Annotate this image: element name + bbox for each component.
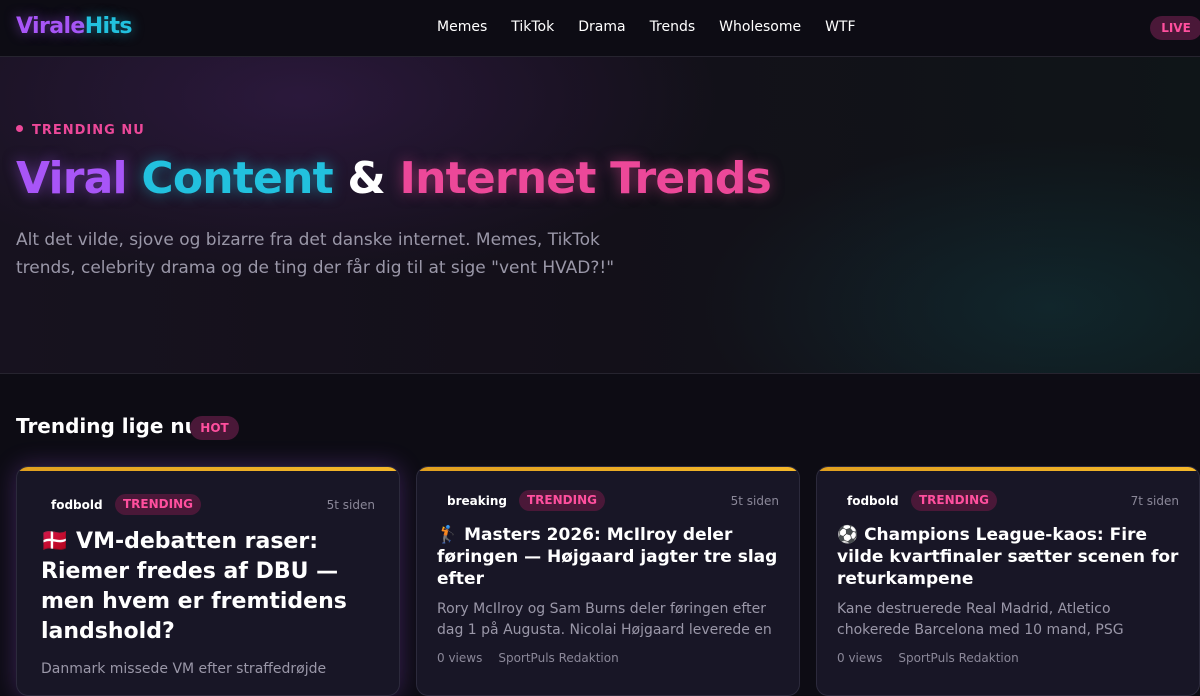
card-trending-tag: TRENDING	[519, 490, 605, 511]
hero-eyebrow: TRENDING NU	[16, 123, 145, 138]
pulse-dot-icon	[16, 125, 23, 132]
card-category[interactable]: breaking	[447, 494, 507, 508]
trending-card[interactable]: fodbold TRENDING 7t siden ⚽ Champions Le…	[816, 466, 1200, 696]
nav-link-tiktok[interactable]: TikTok	[511, 19, 554, 35]
card-trending-tag: TRENDING	[115, 494, 201, 515]
hot-badge: HOT	[190, 416, 239, 440]
card-time: 5t siden	[326, 498, 375, 512]
card-views: 0 views	[837, 651, 883, 665]
nav-link-memes[interactable]: Memes	[437, 19, 487, 35]
card-excerpt: Danmark missede VM efter straffedrøjde	[41, 661, 327, 677]
trending-card[interactable]: breaking TRENDING 5t siden 🏌️ Masters 20…	[416, 466, 800, 696]
nav-link-trends[interactable]: Trends	[650, 19, 696, 35]
card-views: 0 views	[437, 651, 483, 665]
hero-title-word-viral: Viral	[16, 153, 128, 204]
card-trending-tag: TRENDING	[911, 490, 997, 511]
card-meta: 0 views SportPuls Redaktion	[837, 651, 1019, 665]
section-title: Trending lige nu	[16, 414, 199, 438]
hero-section: TRENDING NU Viral Content & Internet Tre…	[0, 57, 1200, 374]
card-title[interactable]: ⚽ Champions League-kaos: Fire vilde kvar…	[837, 524, 1187, 590]
site-logo[interactable]: ViraleHits	[16, 14, 133, 39]
card-meta: 0 views SportPuls Redaktion	[437, 651, 619, 665]
hero-eyebrow-label: TRENDING NU	[32, 123, 145, 138]
card-author[interactable]: SportPuls Redaktion	[498, 651, 618, 665]
card-time: 7t siden	[1130, 494, 1179, 508]
logo-part-virale: Virale	[16, 14, 85, 39]
nav-link-wtf[interactable]: WTF	[825, 19, 855, 35]
card-author[interactable]: SportPuls Redaktion	[898, 651, 1018, 665]
nav-link-drama[interactable]: Drama	[578, 19, 625, 35]
card-category[interactable]: fodbold	[847, 494, 899, 508]
hero-title-ampersand: &	[347, 153, 385, 204]
card-time: 5t siden	[730, 494, 779, 508]
hero-subtitle: Alt det vilde, sjove og bizarre fra det …	[16, 230, 615, 278]
trending-card-featured[interactable]: fodbold TRENDING 5t siden 🇩🇰 VM-debatten…	[16, 466, 400, 696]
card-title[interactable]: 🇩🇰 VM-debatten raser: Riemer fredes af D…	[41, 527, 371, 647]
hero-title-word-internet-trends: Internet Trends	[399, 153, 772, 204]
logo-part-hits: Hits	[84, 14, 133, 39]
hero-title-word-content: Content	[141, 153, 333, 204]
top-navbar: ViraleHits Memes TikTok Drama Trends Who…	[0, 0, 1200, 57]
card-excerpt: Rory McIlroy og Sam Burns deler føringen…	[437, 601, 772, 638]
card-category[interactable]: fodbold	[51, 498, 103, 512]
hero-title: Viral Content & Internet Trends	[16, 153, 772, 204]
live-badge[interactable]: LIVE	[1150, 16, 1200, 40]
card-title[interactable]: 🏌️ Masters 2026: McIlroy deler føringen …	[437, 524, 781, 590]
card-excerpt: Kane destruerede Real Madrid, Atletico c…	[837, 601, 1124, 638]
nav-link-wholesome[interactable]: Wholesome	[719, 19, 801, 35]
nav-links: Memes TikTok Drama Trends Wholesome WTF	[437, 19, 856, 35]
